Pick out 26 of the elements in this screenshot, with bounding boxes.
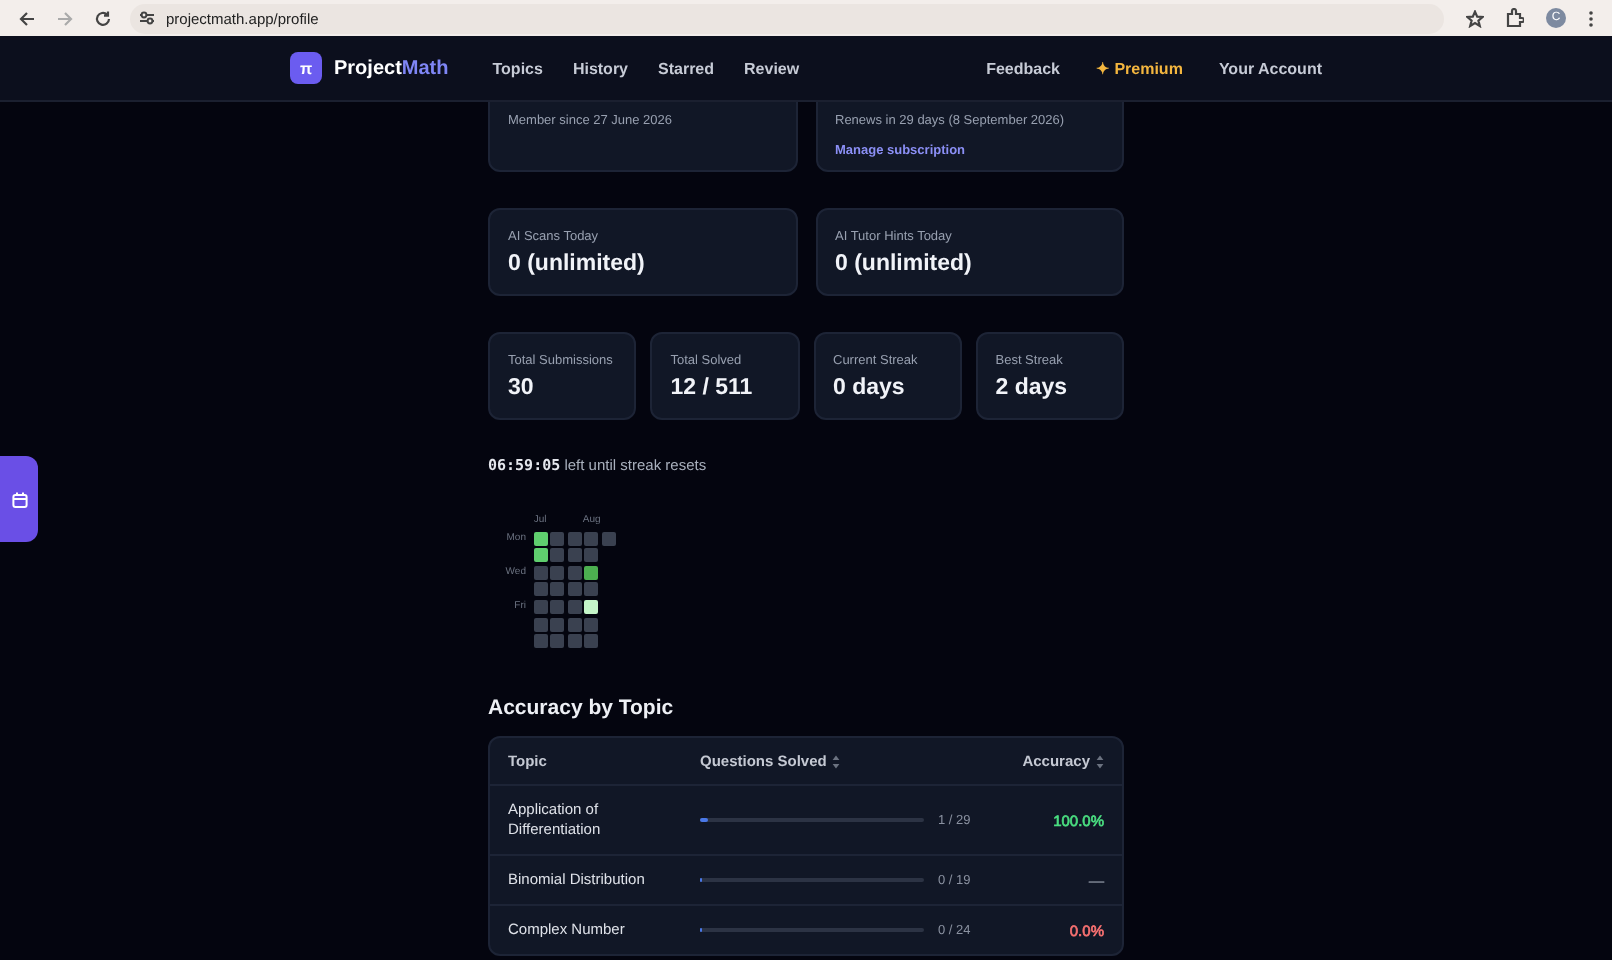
more-menu-icon[interactable] [1588, 9, 1594, 27]
section-title: Accuracy by Topic [488, 696, 676, 721]
nav-link[interactable]: Topics [492, 59, 543, 77]
stat-value: 0 days [833, 376, 907, 400]
nav-link[interactable]: Review [744, 59, 800, 77]
logo-mark[interactable]: π [290, 52, 322, 84]
nav-link[interactable]: History [572, 59, 628, 77]
nav-link[interactable]: Your Account [1218, 59, 1322, 77]
stat-value: 2 days [995, 376, 1070, 400]
sort-icon[interactable] [1096, 753, 1104, 770]
reload-icon[interactable] [94, 9, 112, 27]
stat-value: 0 (unlimited) [508, 252, 647, 276]
brand-name[interactable]: ProjectMath [334, 57, 449, 79]
star-icon[interactable] [1466, 9, 1484, 27]
puzzle-icon[interactable] [1504, 8, 1524, 28]
nav-link[interactable]: Starred [658, 59, 715, 77]
calendar-button[interactable] [0, 456, 38, 542]
calendar-icon [11, 491, 27, 507]
site-settings-icon[interactable] [138, 10, 156, 26]
nav-link[interactable]: Feedback [986, 59, 1060, 77]
stat-value: 0 (unlimited) [835, 252, 974, 276]
stat-value: 12 / 511 [670, 376, 755, 400]
sort-icon[interactable] [832, 753, 841, 770]
back-icon[interactable] [18, 9, 36, 27]
stat-value: 30 [508, 376, 536, 400]
premium-link[interactable]: ✦ Premium [1095, 59, 1183, 77]
